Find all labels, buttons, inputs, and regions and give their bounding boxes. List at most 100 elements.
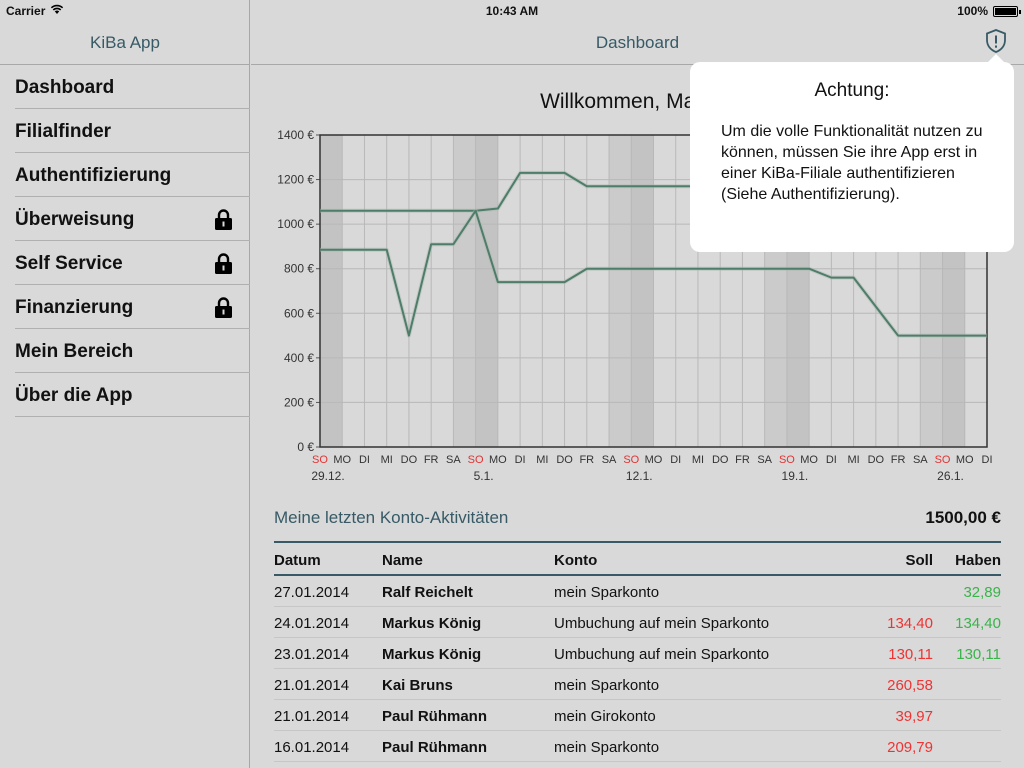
data-point — [475, 210, 476, 211]
data-point — [831, 277, 832, 278]
x-day-label: SO — [779, 454, 795, 466]
data-point — [653, 268, 654, 269]
row-konto: Umbuchung auf mein Sparkonto — [554, 646, 770, 663]
x-date-label: 19.1. — [782, 469, 809, 483]
table-header: Datum Name Konto Soll Haben — [274, 543, 1001, 576]
data-point — [920, 335, 921, 336]
row-date: 27.01.2014 — [274, 584, 350, 601]
page-title: Dashboard — [595, 33, 680, 52]
data-point — [453, 244, 454, 245]
lock-icon — [215, 297, 232, 318]
weekend-band — [320, 135, 343, 447]
activities-header: Meine letzten Konto-Aktivitäten 1500,00 … — [274, 508, 1001, 530]
data-point — [342, 249, 343, 250]
weekend-band — [631, 135, 654, 447]
row-haben: 134,40 — [955, 615, 1001, 632]
row-date: 21.01.2014 — [274, 677, 350, 694]
data-point — [675, 186, 676, 187]
x-day-label: FR — [891, 454, 906, 466]
x-day-label: MI — [847, 454, 859, 466]
x-day-label: SA — [757, 454, 772, 466]
auth-warning-popover: Achtung: Um die volle Funktionalität nut… — [690, 54, 1014, 252]
data-point — [964, 335, 965, 336]
data-point — [342, 210, 343, 211]
data-point — [986, 335, 987, 336]
data-point — [875, 306, 876, 307]
table-row[interactable]: 27.01.2014 Ralf Reichelt mein Sparkonto 32,… — [274, 576, 1001, 607]
sidebar-item[interactable]: Überweisung — [15, 197, 250, 241]
x-day-label: MO — [333, 454, 351, 466]
weekend-band — [609, 135, 632, 447]
table-row[interactable]: 23.01.2014 Markus König Umbuchung auf mein… — [274, 638, 1001, 669]
col-konto: Konto — [554, 552, 598, 569]
data-point — [408, 210, 409, 211]
x-day-label: MO — [800, 454, 818, 466]
row-name: Kai Bruns — [382, 677, 453, 694]
data-point — [431, 210, 432, 211]
data-point — [319, 210, 320, 211]
data-point — [564, 281, 565, 282]
table-row[interactable]: 21.01.2014 Kai Bruns mein Sparkonto 260,58 — [274, 669, 1001, 700]
sidebar-item[interactable]: Filialfinder — [15, 109, 250, 153]
table-row[interactable]: 16.01.2014 Paul Rühmann mein Sparkonto 209,… — [274, 731, 1001, 762]
data-point — [809, 268, 810, 269]
data-point — [319, 249, 320, 250]
y-tick-label: 400 € — [284, 351, 314, 365]
row-name: Markus König — [382, 615, 482, 632]
data-point — [542, 281, 543, 282]
x-day-label: SA — [446, 454, 461, 466]
sidebar-item[interactable]: Authentifizierung — [15, 153, 250, 197]
data-point — [364, 249, 365, 250]
table-row[interactable]: 24.01.2014 Markus König Umbuchung auf mein… — [274, 607, 1001, 638]
x-day-label: FR — [579, 454, 594, 466]
sidebar-item-label: Authentifizierung — [15, 165, 172, 186]
data-point — [586, 186, 587, 187]
data-point — [564, 172, 565, 173]
row-konto: Umbuchung auf mein Sparkonto — [554, 615, 770, 632]
x-day-label: FR — [424, 454, 439, 466]
data-point — [408, 335, 409, 336]
data-point — [697, 268, 698, 269]
data-point — [608, 186, 609, 187]
popover-text: Um die volle Funktionalität nutzen zu kö… — [721, 123, 983, 203]
x-day-label: SO — [935, 454, 951, 466]
y-tick-label: 1000 € — [277, 217, 314, 231]
sidebar-item-label: Self Service — [15, 253, 123, 274]
data-point — [497, 208, 498, 209]
sidebar-item-label: Überweisung — [15, 209, 135, 230]
sidebar-item[interactable]: Finanzierung — [15, 285, 250, 329]
data-point — [631, 186, 632, 187]
sidebar: KiBa App Dashboard Filialfinder Authentifi… — [0, 0, 250, 768]
data-point — [631, 268, 632, 269]
battery-percent: 100% — [957, 4, 988, 18]
row-konto: mein Girokonto — [554, 708, 656, 725]
data-point — [520, 281, 521, 282]
weekend-band — [453, 135, 476, 447]
col-name: Name — [382, 552, 423, 569]
shield-alert-icon[interactable] — [983, 28, 1009, 54]
x-date-label: 29.12. — [311, 469, 344, 483]
data-point — [786, 268, 787, 269]
y-tick-label: 800 € — [284, 262, 314, 276]
x-day-label: SO — [623, 454, 639, 466]
row-date: 16.01.2014 — [274, 739, 350, 756]
sidebar-item[interactable]: Über die App — [15, 373, 250, 417]
row-konto: mein Sparkonto — [554, 677, 660, 694]
row-name: Markus König — [382, 646, 482, 663]
x-day-label: DO — [868, 454, 885, 466]
balance-total: 1500,00 € — [925, 508, 1001, 527]
row-date: 23.01.2014 — [274, 646, 350, 663]
row-soll: 260,58 — [887, 677, 933, 694]
sidebar-item[interactable]: Self Service — [15, 241, 250, 285]
y-tick-label: 200 € — [284, 395, 314, 409]
x-day-label: DO — [556, 454, 573, 466]
sidebar-item[interactable]: Mein Bereich — [15, 329, 250, 373]
data-point — [364, 210, 365, 211]
table-row[interactable]: 21.01.2014 Paul Rühmann mein Girokonto 39,9… — [274, 700, 1001, 731]
sidebar-item[interactable]: Dashboard — [15, 65, 250, 109]
sidebar-nav-bar: KiBa App — [0, 22, 250, 65]
data-point — [386, 210, 387, 211]
x-day-label: MO — [956, 454, 974, 466]
x-day-label: MI — [692, 454, 704, 466]
x-day-label: DI — [982, 454, 993, 466]
